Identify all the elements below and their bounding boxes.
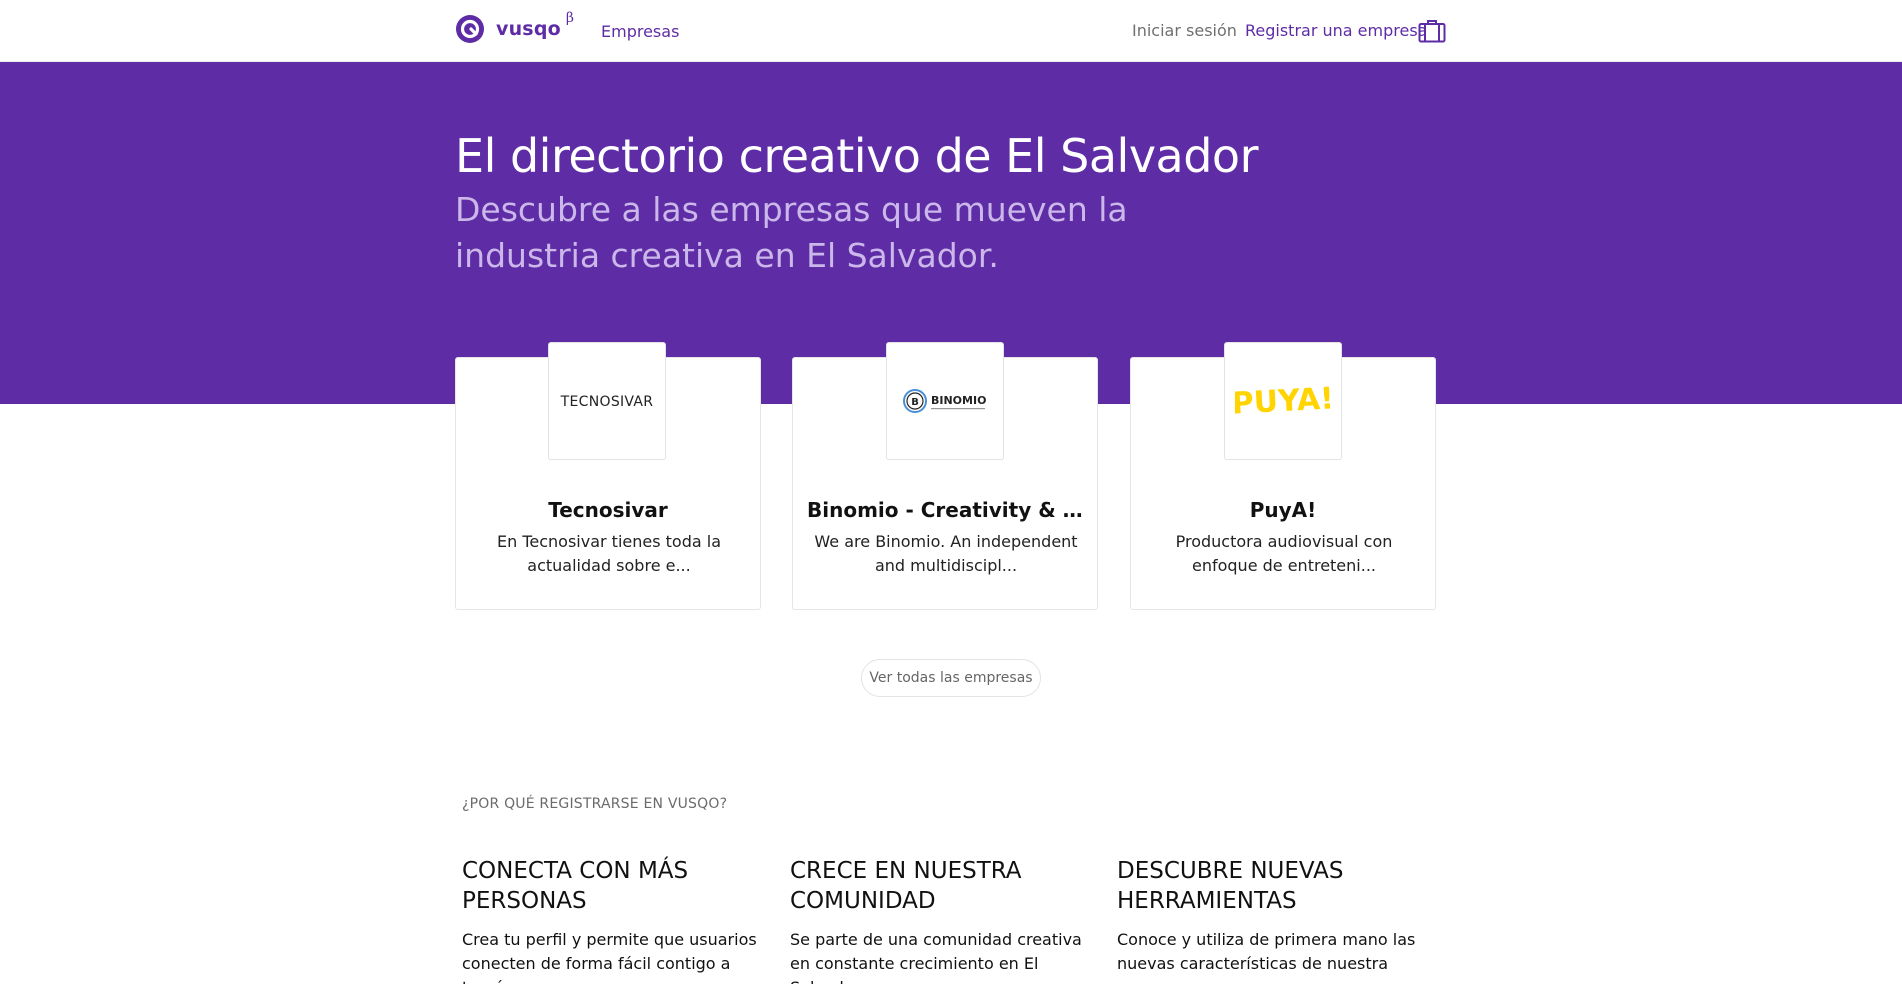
brand-home-link[interactable]: vusqo β: [455, 10, 574, 44]
feature-discover: DESCUBRE NUEVAS HERRAMIENTAS Conoce y ut…: [1117, 856, 1417, 976]
briefcase-icon[interactable]: [1418, 19, 1446, 43]
vusqo-logo-icon: [456, 15, 484, 43]
puya-logo-image: PUYA!: [1235, 381, 1331, 421]
why-register-kicker: ¿POR QUÉ REGISTRARSE EN VUSQO?: [462, 796, 728, 812]
hero-title: El directorio creativo de El Salvador: [455, 129, 1259, 183]
feature-title: CRECE EN NUESTRA COMUNIDAD: [790, 858, 1022, 914]
company-description: Productora audiovisual con enfoque de en…: [1175, 532, 1393, 575]
company-description: We are Binomio. An independent and multi…: [814, 532, 1078, 575]
company-name: PuyA!: [1249, 498, 1317, 522]
feature-grow: CRECE EN NUESTRA COMUNIDAD Se parte de u…: [790, 856, 1090, 984]
feature-description: Se parte de una comunidad creativa en co…: [790, 930, 1082, 984]
top-navbar: vusqo β Empresas Iniciar sesión Registra…: [0, 0, 1902, 62]
feature-title: CONECTA CON MÁS PERSONAS: [462, 858, 689, 914]
feature-description: Crea tu perfil y permite que usuarios co…: [462, 930, 757, 984]
company-description: En Tecnosivar tienes toda la actualidad …: [496, 532, 721, 575]
puya-logo[interactable]: PUYA!: [1224, 342, 1342, 460]
register-company-link[interactable]: Registrar una empresa: [1245, 21, 1427, 40]
feature-title: DESCUBRE NUEVAS HERRAMIENTAS: [1117, 858, 1344, 914]
feature-description: Conoce y utiliza de primera mano las nue…: [1117, 930, 1416, 973]
see-all-companies-button[interactable]: Ver todas las empresas: [861, 659, 1041, 697]
svg-text:BINOMIO: BINOMIO: [931, 394, 986, 407]
nav-link-empresas[interactable]: Empresas: [601, 22, 679, 41]
login-link[interactable]: Iniciar sesión: [1132, 21, 1237, 40]
svg-text:TECNOSIVAR: TECNOSIVAR: [560, 394, 654, 410]
svg-text:PUYA!: PUYA!: [1235, 381, 1331, 421]
binomio-logo[interactable]: B BINOMIO: [886, 342, 1004, 460]
binomio-logo-image: B BINOMIO: [903, 389, 986, 413]
company-name: Tecnosivar: [548, 498, 668, 522]
tecnosivar-logo[interactable]: TECNOSIVAR: [548, 342, 666, 460]
feature-connect: CONECTA CON MÁS PERSONAS Crea tu perfil …: [462, 856, 762, 984]
company-name: Binomio - Creativity & Ap...: [807, 498, 1097, 522]
brand-name: vusqo: [496, 18, 561, 40]
svg-text:B: B: [911, 397, 919, 408]
tecnosivar-logo-image: TECNOSIVAR: [560, 394, 654, 410]
hero-subtitle: Descubre a las empresas que mueven la in…: [455, 190, 1128, 275]
beta-badge: β: [565, 10, 574, 26]
